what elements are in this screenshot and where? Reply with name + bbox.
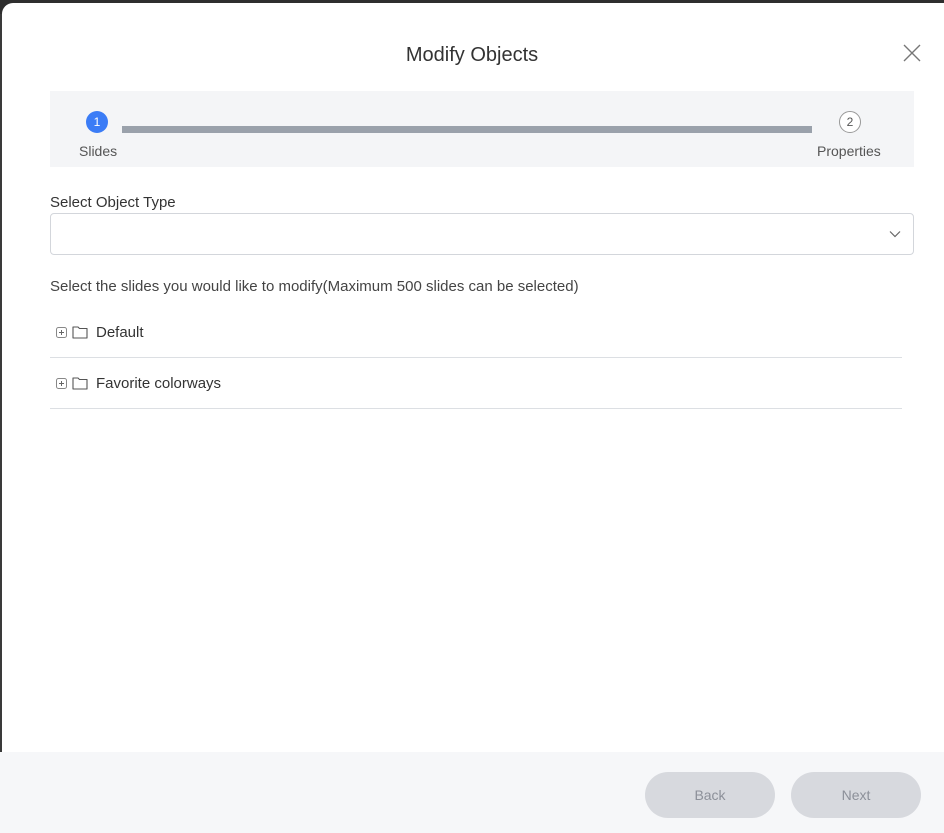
step-progress-bar — [122, 126, 812, 133]
modify-objects-dialog: Modify Objects 1 Slides 2 Properties Sel… — [0, 0, 944, 833]
object-type-select[interactable] — [50, 213, 914, 255]
window-edge-left — [0, 0, 2, 833]
stepper: 1 Slides 2 Properties — [50, 91, 914, 167]
plus-square-icon[interactable] — [56, 378, 67, 389]
close-button[interactable] — [900, 41, 924, 65]
dialog-footer: Back Next — [0, 752, 944, 833]
folder-icon — [72, 377, 88, 390]
window-corner — [0, 0, 14, 14]
step-1-label: Slides — [79, 143, 118, 159]
object-type-label: Select Object Type — [50, 194, 176, 211]
back-button[interactable]: Back — [645, 772, 775, 818]
folder-icon — [72, 326, 88, 339]
slides-instruction: Select the slides you would like to modi… — [50, 278, 579, 295]
folder-row-favorite-colorways[interactable]: Favorite colorways — [50, 359, 902, 409]
folder-label[interactable]: Favorite colorways — [96, 375, 221, 392]
window-edge-top — [0, 0, 944, 3]
dialog-title: Modify Objects — [405, 44, 539, 66]
plus-square-icon[interactable] — [56, 327, 67, 338]
folder-label[interactable]: Default — [96, 324, 144, 341]
chevron-down-icon — [889, 231, 901, 238]
close-icon — [903, 44, 921, 62]
folder-row-default[interactable]: Default — [50, 308, 902, 358]
next-button[interactable]: Next — [791, 772, 921, 818]
step-1-indicator[interactable]: 1 — [86, 111, 108, 133]
step-2-label: Properties — [817, 143, 881, 159]
step-2-indicator[interactable]: 2 — [839, 111, 861, 133]
